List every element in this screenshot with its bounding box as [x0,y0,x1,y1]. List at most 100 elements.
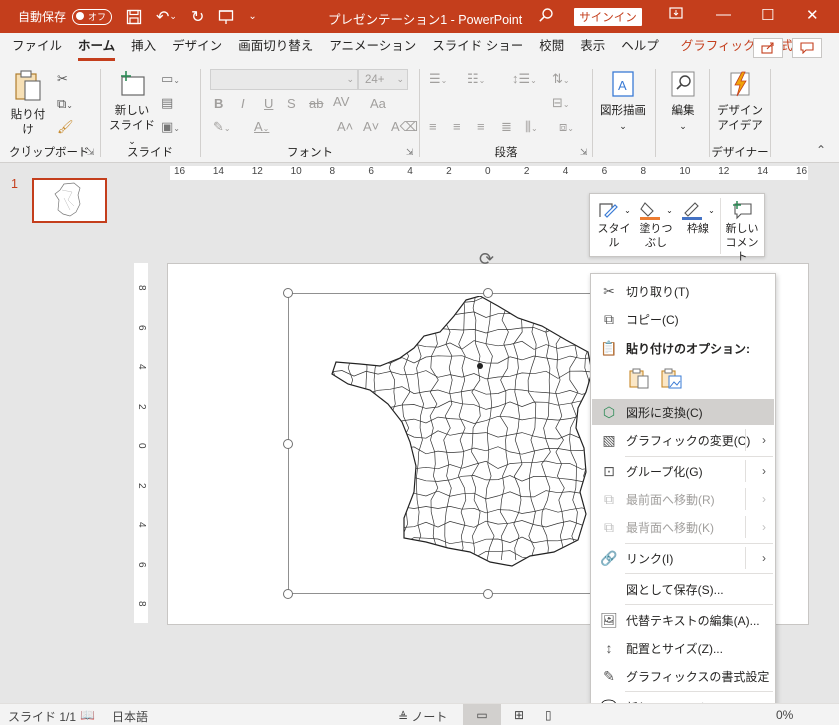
tab-review[interactable]: 校閲 [531,35,572,63]
shrink-font-icon[interactable]: A˅ [363,119,379,134]
font-size-combo[interactable]: 24+ ⌄ [358,69,408,90]
paragraph-launcher-icon[interactable]: ⇲ [580,147,588,158]
menu-send-to-back[interactable]: ⧉ 最背面へ移動(K) › [592,514,774,540]
section-icon[interactable]: ▣⌄ [161,119,180,135]
notes-button[interactable]: ≜ ノート [398,708,447,725]
slides-group-label: スライド [127,147,173,159]
text-direction-icon[interactable]: ⇅⌄ [552,71,570,87]
menu-group[interactable]: ⊡ グループ化(G) › [592,458,774,484]
format-painter-icon[interactable]: 🖌 [57,119,74,135]
resize-handle[interactable] [483,589,493,599]
close-icon[interactable]: ✕ [806,6,819,24]
paste-picture-icon[interactable] [659,366,683,390]
tab-slideshow[interactable]: スライド ショー [424,35,531,63]
save-icon[interactable] [126,9,142,25]
tab-transitions[interactable]: 画面切り替え [230,35,321,63]
reading-view-icon[interactable]: ▯ [545,708,552,722]
menu-bring-to-front[interactable]: ⧉ 最前面へ移動(R) › [592,486,774,512]
maximize-icon[interactable]: ☐ [761,6,774,24]
cut-icon[interactable]: ✂ [57,71,68,87]
present-icon[interactable] [218,9,234,25]
change-case-icon[interactable]: Aa [370,96,386,111]
copy-icon[interactable]: ⧉⌄ [57,96,73,112]
zoom-level[interactable]: 0% [776,708,793,722]
numbering-icon[interactable]: ☷⌄ [467,71,485,87]
ribbon-display-icon[interactable] [669,6,683,24]
language[interactable]: 日本語 [112,708,148,725]
highlight-icon[interactable]: ✎⌄ [213,119,231,135]
align-center-icon[interactable]: ≡ [453,119,461,134]
share-button[interactable] [753,38,783,58]
font-color-icon[interactable]: A⌄ [254,119,269,134]
spellcheck-icon[interactable]: 📖 [80,708,95,722]
menu-convert-to-shape[interactable]: ⬡ 図形に変換(C) [592,399,774,425]
reset-icon[interactable]: ▤ [161,95,173,111]
mini-fill-button[interactable]: ⌄ 塗りつ ぶし [638,200,674,250]
paste-label: 貼り付け [10,109,46,136]
strikethrough-icon[interactable]: ab [309,96,323,111]
underline-icon[interactable]: U [264,96,273,111]
layout-icon[interactable]: ▭⌄ [161,71,180,87]
clear-format-icon[interactable]: A⌫ [391,119,418,135]
menu-copy[interactable]: ⧉ コピー(C) [592,306,774,332]
tab-insert[interactable]: 挿入 [123,35,164,63]
mini-outline-button[interactable]: ⌄ 枠線 [680,200,716,236]
line-spacing-icon[interactable]: ↕☰⌄ [512,71,537,87]
menu-size-position[interactable]: ↕ 配置とサイズ(Z)... [592,635,774,661]
mini-new-comment-button[interactable]: 新しい コメント [722,200,762,264]
menu-change-graphic[interactable]: ▧ グラフィックの変更(C) › [592,427,774,453]
design-ideas-button[interactable]: デザイン アイデア [714,69,766,134]
bold-icon[interactable]: B [214,96,223,111]
align-left-icon[interactable]: ≡ [429,119,437,134]
tab-help[interactable]: ヘルプ [613,35,667,63]
comments-button[interactable] [792,38,822,58]
menu-alt-text[interactable]: 🖼 代替テキストの編集(A)... [592,607,774,633]
menu-save-as-picture[interactable]: 図として保存(S)... [592,576,774,602]
mini-style-button[interactable]: ⌄ スタイル [594,200,634,250]
resize-handle[interactable] [283,288,293,298]
grow-font-icon[interactable]: A˄ [337,119,353,134]
menu-cut[interactable]: ✂ 切り取り(T) [592,278,774,304]
align-right-icon[interactable]: ≡ [477,119,485,134]
redo-icon[interactable]: ↻ [191,7,204,27]
menu-link[interactable]: 🔗 リンク(I) › [592,545,774,571]
autosave-toggle[interactable]: オフ [72,8,113,25]
char-spacing-icon[interactable]: AV [333,94,349,109]
font-launcher-icon[interactable]: ⇲ [406,147,414,158]
tab-file[interactable]: ファイル [4,35,70,63]
slide-sorter-icon[interactable]: ⊞ [514,708,524,722]
collapse-ribbon-icon[interactable]: ⌃ [816,143,826,157]
signin-button[interactable]: サインイン [574,8,642,26]
rotate-handle-icon[interactable]: ⟳ [479,249,494,270]
align-text-icon[interactable]: ⊟⌄ [552,95,570,111]
font-name-combo[interactable]: ⌄ [210,69,358,90]
bullets-icon[interactable]: ☰⌄ [429,71,447,87]
menu-format-graphic[interactable]: ✎ グラフィックスの書式設定 [592,663,774,689]
undo-icon[interactable]: ↶ ⌄ [156,7,177,27]
tab-animations[interactable]: アニメーション [321,35,424,63]
smartart-icon[interactable]: ⧈⌄ [559,119,574,135]
resize-handle[interactable] [483,288,493,298]
search-icon[interactable] [538,7,554,27]
paste-keep-format-icon[interactable] [627,366,651,390]
autosave[interactable]: 自動保存 オフ [18,8,113,25]
slide-thumbnail[interactable] [32,178,107,223]
shapes-button[interactable]: A 図形描画 ⌄ [596,69,650,134]
italic-icon[interactable]: I [241,96,245,111]
tab-view[interactable]: 表示 [572,35,613,63]
minimize-icon[interactable]: — [716,6,731,23]
editing-button[interactable]: 編集 ⌄ [662,69,704,134]
slide-count[interactable]: スライド 1/1 [8,708,76,725]
columns-icon[interactable]: ⫼⌄ [525,119,538,135]
new-slide-button[interactable]: 新しい スライド⌄ [107,69,157,149]
normal-view-icon[interactable]: ▭ [463,704,501,725]
tab-design[interactable]: デザイン [164,35,230,63]
clipboard-launcher-icon[interactable]: ⇲ [87,147,95,158]
shadow-icon[interactable]: S [287,96,296,111]
justify-icon[interactable]: ≣ [501,119,512,135]
resize-handle[interactable] [283,439,293,449]
tab-home[interactable]: ホーム [70,35,123,63]
paste-button[interactable]: 貼り付け ⌄ [6,69,50,153]
resize-handle[interactable] [283,589,293,599]
customize-qat-icon[interactable]: ⌄ [248,11,256,22]
